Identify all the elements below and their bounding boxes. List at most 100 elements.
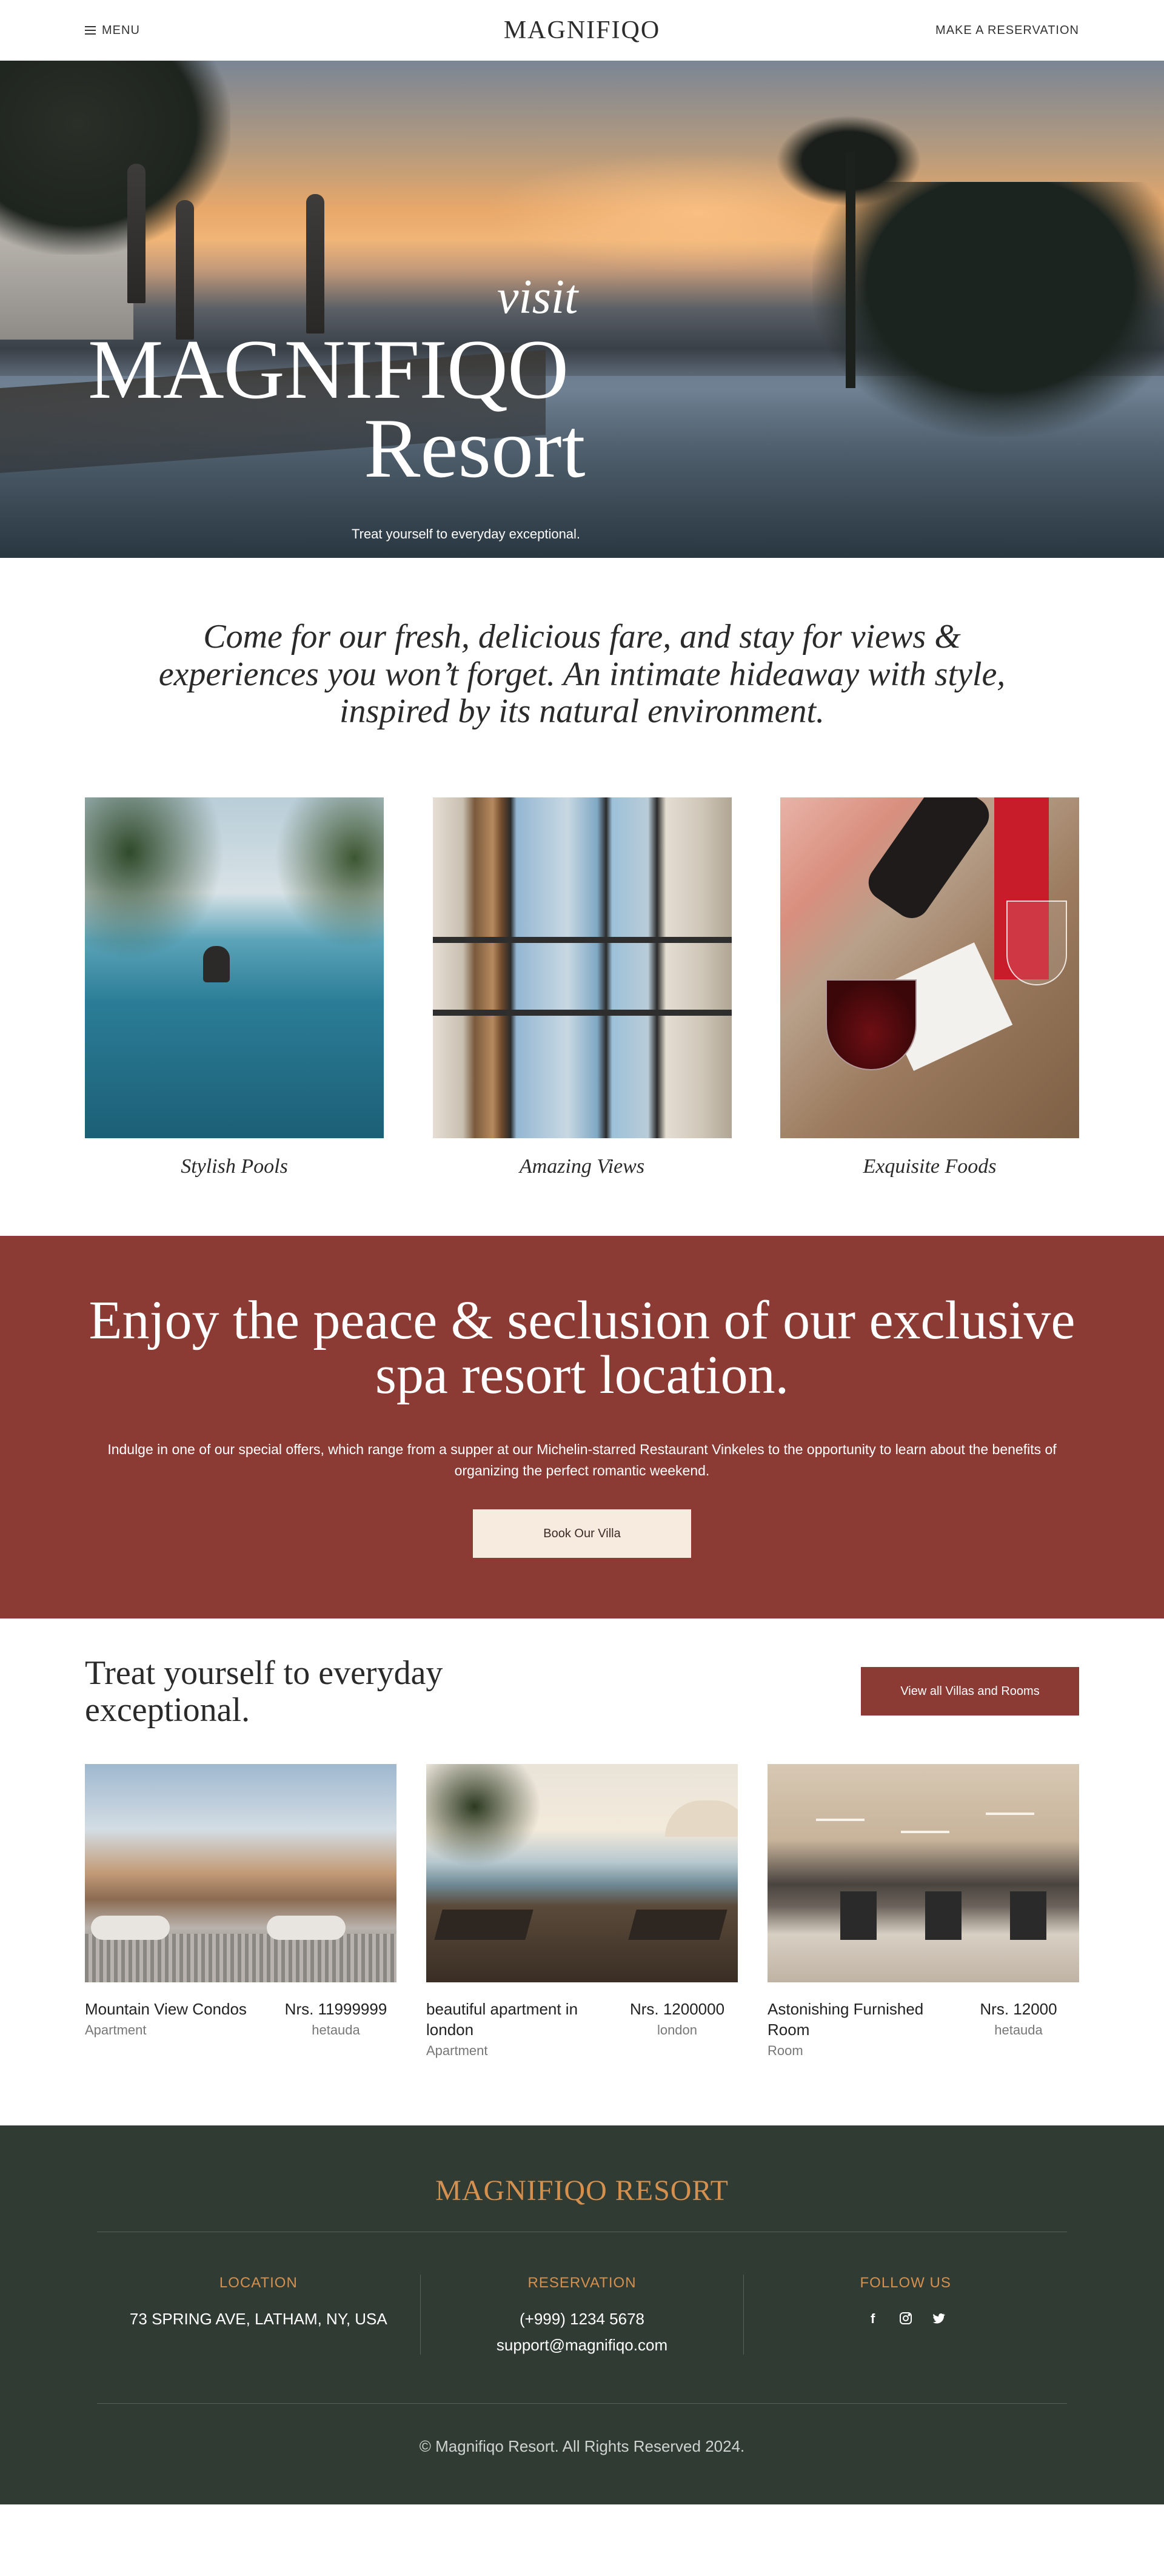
site-footer: MAGNIFIQO RESORT LOCATION 73 SPRING AVE,…: [0, 2125, 1164, 2504]
view-all-rooms-button[interactable]: View all Villas and Rooms: [861, 1667, 1079, 1716]
room-image-light: [901, 1831, 949, 1834]
hamburger-icon: [85, 26, 96, 35]
footer-location-title: LOCATION: [219, 2274, 298, 2291]
window-bar: [432, 936, 732, 943]
twitter-icon[interactable]: [931, 2311, 946, 2327]
room-image[interactable]: [85, 1764, 396, 1983]
book-villa-button[interactable]: Book Our Villa: [473, 1509, 691, 1558]
rooms-list: Mountain View Condos Apartment Nrs. 1199…: [0, 1764, 1164, 2125]
make-reservation-link[interactable]: MAKE A RESERVATION: [935, 24, 1079, 38]
footer-address: 73 SPRING AVE, LATHAM, NY, USA: [129, 2309, 387, 2328]
footer-reservation-title: RESERVATION: [527, 2274, 637, 2291]
room-image-chair: [434, 1910, 534, 1940]
feature-caption: Stylish Pools: [181, 1155, 288, 1178]
room-pricing: Nrs. 1200000 london: [617, 1999, 738, 2059]
room-image-cushion: [267, 1916, 346, 1940]
footer-brand: MAGNIFIQO RESORT: [97, 2174, 1067, 2232]
room-card[interactable]: Astonishing Furnished Room Room Nrs. 120…: [768, 1764, 1079, 2059]
wine-bottle: [861, 797, 997, 925]
room-image-palm: [426, 1764, 541, 1868]
pool-image: [85, 797, 384, 1138]
room-name[interactable]: beautiful apartment in london: [426, 1999, 608, 2041]
hero-section: visit MAGNIFIQO Resort Treat yourself to…: [0, 61, 1164, 558]
feature-card: Exquisite Foods: [780, 797, 1079, 1178]
wine-glass-empty: [1006, 900, 1067, 985]
room-card[interactable]: Mountain View Condos Apartment Nrs. 1199…: [85, 1764, 396, 2059]
room-image-light: [986, 1813, 1034, 1816]
room-type: Room: [768, 2042, 803, 2058]
rooms-section: Treat yourself to everyday exceptional. …: [0, 1618, 1164, 2125]
wine-glass: [826, 979, 917, 1070]
room-type: Apartment: [85, 2022, 147, 2038]
footer-columns: LOCATION 73 SPRING AVE, LATHAM, NY, USA …: [97, 2232, 1067, 2404]
wine-image: [780, 797, 1079, 1138]
room-location: london: [657, 2022, 698, 2038]
room-card[interactable]: beautiful apartment in london Apartment …: [426, 1764, 738, 2059]
spa-cta-section: Enjoy the peace & seclusion of our exclu…: [0, 1235, 1164, 1619]
intro-section: Come for our fresh, delicious fare, and …: [0, 558, 1164, 797]
site-logo[interactable]: MAGNIFIQO: [504, 16, 660, 45]
room-details: beautiful apartment in london Apartment: [426, 1999, 608, 2059]
footer-follow-column: FOLLOW US f: [743, 2274, 1067, 2355]
room-price: Nrs. 11999999: [284, 2000, 387, 2019]
room-image-machine: [925, 1891, 962, 1940]
facebook-icon[interactable]: f: [865, 2311, 881, 2327]
pool-image-leaves: [85, 797, 224, 961]
site-header: MENU MAGNIFIQO MAKE A RESERVATION: [0, 0, 1164, 61]
room-info: Astonishing Furnished Room Room Nrs. 120…: [768, 1999, 1079, 2059]
window-bar: [432, 1009, 732, 1016]
hero-palm-trunk: [846, 152, 855, 388]
footer-reservation-column: RESERVATION (+999) 1234 5678 support@mag…: [420, 2274, 744, 2355]
instagram-icon[interactable]: [898, 2311, 914, 2327]
room-type: Apartment: [426, 2042, 488, 2058]
footer-phone[interactable]: (+999) 1234 5678: [421, 2310, 744, 2329]
hero-tree-left: [0, 61, 230, 255]
hero-subtitle: Resort: [364, 401, 586, 495]
room-image[interactable]: [426, 1764, 738, 1983]
footer-follow-title: FOLLOW US: [860, 2274, 951, 2291]
room-location: hetauda: [994, 2022, 1043, 2038]
room-name[interactable]: Astonishing Furnished Room: [768, 1999, 949, 2041]
features-section: Stylish Pools Amazing Views Exquisite Fo…: [0, 797, 1164, 1236]
footer-copyright: © Magnifiqo Resort. All Rights Reserved …: [419, 2437, 745, 2455]
room-info: beautiful apartment in london Apartment …: [426, 1999, 738, 2059]
hero-tagline: Treat yourself to everyday exceptional.: [352, 526, 581, 542]
room-image-lounger: [85, 1934, 396, 1983]
hero-visit-text: visit: [497, 270, 578, 324]
room-price: Nrs. 12000: [980, 2000, 1057, 2019]
pool-image-person: [203, 945, 230, 982]
room-image[interactable]: [768, 1764, 1079, 1983]
hero-umbrella: [127, 164, 146, 303]
room-image-light: [816, 1819, 865, 1822]
cta-heading: Enjoy the peace & seclusion of our exclu…: [89, 1290, 1075, 1405]
social-links: f: [744, 2311, 1067, 2327]
intro-text: Come for our fresh, delicious fare, and …: [158, 618, 1006, 731]
views-image: [432, 797, 732, 1138]
menu-label: MENU: [102, 23, 140, 37]
room-location: hetauda: [312, 2022, 360, 2038]
hero-title: MAGNIFIQO: [88, 323, 569, 417]
room-image-machine: [1010, 1891, 1046, 1940]
rooms-heading: Treat yourself to everyday exceptional.: [85, 1654, 443, 1729]
pool-image-leaves: [275, 797, 384, 949]
hero-umbrella: [306, 194, 324, 334]
room-image-umbrella: [665, 1800, 738, 1837]
room-pricing: Nrs. 12000 hetauda: [958, 1999, 1079, 2059]
room-details: Astonishing Furnished Room Room: [768, 1999, 949, 2059]
room-info: Mountain View Condos Apartment Nrs. 1199…: [85, 1999, 396, 2038]
footer-email[interactable]: support@magnifiqo.com: [421, 2336, 744, 2355]
hero-tree-right: [812, 182, 1164, 437]
room-image-machine: [840, 1891, 877, 1940]
feature-caption: Exquisite Foods: [863, 1155, 997, 1178]
room-name[interactable]: Mountain View Condos: [85, 1999, 267, 2020]
room-price: Nrs. 1200000: [629, 2000, 725, 2019]
room-image-chair: [628, 1910, 728, 1940]
hero-umbrella: [176, 200, 194, 340]
room-image-cushion: [91, 1916, 170, 1940]
feature-card: Stylish Pools: [85, 797, 384, 1178]
room-details: Mountain View Condos Apartment: [85, 1999, 267, 2038]
rooms-header: Treat yourself to everyday exceptional. …: [0, 1618, 1164, 1764]
feature-card: Amazing Views: [432, 797, 732, 1178]
menu-button[interactable]: MENU: [85, 24, 140, 38]
footer-location-column: LOCATION 73 SPRING AVE, LATHAM, NY, USA: [97, 2275, 420, 2355]
